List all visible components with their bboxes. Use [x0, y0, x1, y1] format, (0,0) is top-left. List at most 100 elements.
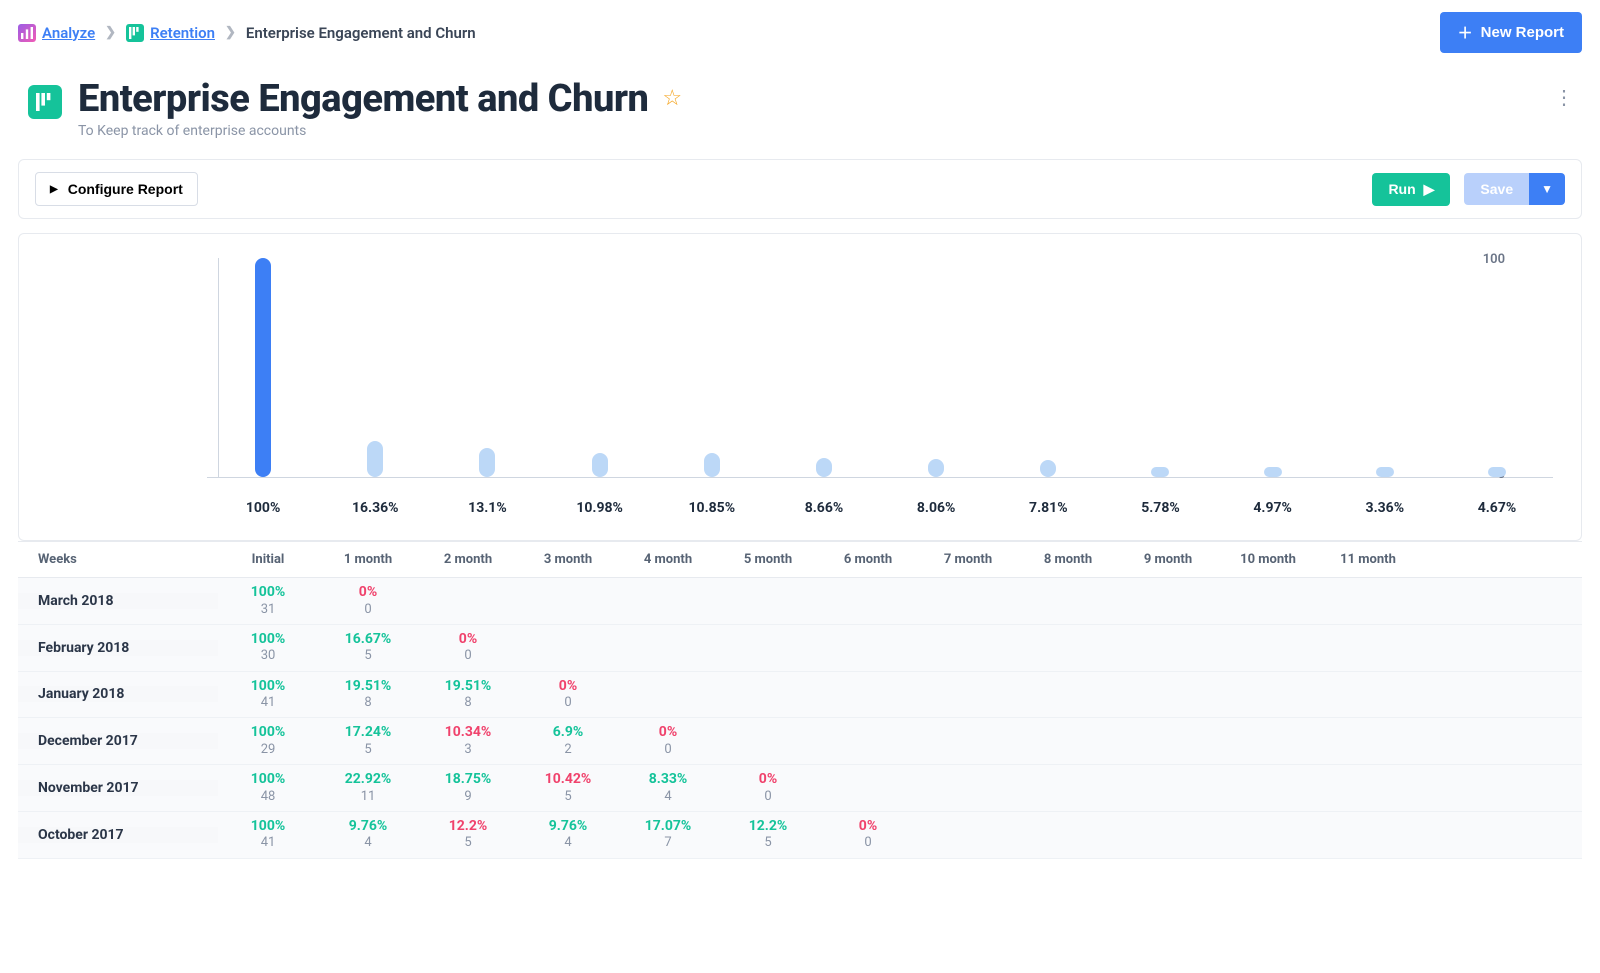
plus-icon: ＋: [1458, 22, 1473, 43]
chart-bar: [319, 258, 431, 477]
cohort-cell: 18.75%9: [418, 765, 518, 811]
cohort-cell: 100%30: [218, 625, 318, 671]
table-header-cell: 3 month: [518, 542, 618, 577]
retention-icon: [126, 24, 144, 42]
cohort-cell: 0%0: [318, 578, 418, 624]
chart-x-label: 16.36%: [319, 500, 431, 516]
play-icon: ▶: [1424, 181, 1435, 198]
save-button[interactable]: Save: [1464, 173, 1529, 205]
row-label: October 2017: [18, 827, 218, 843]
cohort-cell: 19.51%8: [418, 672, 518, 718]
cohort-cell: 9.76%4: [518, 812, 618, 858]
chart-bar: [992, 258, 1104, 477]
cohort-cell: 100%29: [218, 718, 318, 764]
breadcrumb-analyze[interactable]: Analyze: [42, 24, 95, 42]
chart-bar: [1441, 258, 1553, 477]
cohort-cell: 0%0: [818, 812, 918, 858]
table-header-cell: 4 month: [618, 542, 718, 577]
chart-bar: [656, 258, 768, 477]
cohort-cell: 17.07%7: [618, 812, 718, 858]
page-subtitle: To Keep track of enterprise accounts: [78, 123, 682, 139]
retention-chart: 100 0 100%16.36%13.1%10.98%10.85%8.66%8.…: [18, 233, 1582, 541]
table-header-cell: 11 month: [1318, 542, 1418, 577]
row-label: December 2017: [18, 733, 218, 749]
more-options-button[interactable]: ⋮: [1546, 77, 1582, 117]
run-button[interactable]: Run ▶: [1372, 173, 1450, 206]
report-type-icon: [28, 85, 62, 119]
chart-x-label: 7.81%: [992, 500, 1104, 516]
cohort-cell: 100%31: [218, 578, 318, 624]
cohort-cell: 22.92%11: [318, 765, 418, 811]
chart-x-label: 100%: [207, 500, 319, 516]
cohort-cell: 100%41: [218, 812, 318, 858]
table-header-cell: 7 month: [918, 542, 1018, 577]
table-header-cell: 5 month: [718, 542, 818, 577]
table-header-cell: 6 month: [818, 542, 918, 577]
table-row: February 2018100%3016.67%50%0: [18, 625, 1582, 672]
cohort-cell: 0%0: [618, 718, 718, 764]
chart-bar: [544, 258, 656, 477]
table-row: October 2017100%419.76%412.2%59.76%417.0…: [18, 812, 1582, 859]
table-row: December 2017100%2917.24%510.34%36.9%20%…: [18, 718, 1582, 765]
cohort-cell: 100%48: [218, 765, 318, 811]
chart-bar: [880, 258, 992, 477]
cohort-cell: 8.33%4: [618, 765, 718, 811]
cohort-cell: 100%41: [218, 672, 318, 718]
chart-x-label: 4.97%: [1217, 500, 1329, 516]
cohort-cell: 0%0: [418, 625, 518, 671]
chart-bar: [207, 258, 319, 477]
chart-bar: [1104, 258, 1216, 477]
table-header-rowlabel: Weeks: [18, 542, 218, 577]
favorite-star-icon[interactable]: ☆: [662, 86, 682, 111]
chart-x-label: 10.98%: [544, 500, 656, 516]
row-label: November 2017: [18, 780, 218, 796]
row-label: February 2018: [18, 640, 218, 656]
chevron-right-icon: ❯: [225, 25, 236, 40]
cohort-cell: 16.67%5: [318, 625, 418, 671]
chart-x-label: 8.66%: [768, 500, 880, 516]
save-dropdown-button[interactable]: ▼: [1529, 173, 1565, 205]
breadcrumb-retention[interactable]: Retention: [150, 24, 215, 42]
breadcrumb-current: Enterprise Engagement and Churn: [246, 24, 476, 42]
cohort-cell: 10.42%5: [518, 765, 618, 811]
table-header-cell: Initial: [218, 542, 318, 577]
cohort-cell: 0%0: [718, 765, 818, 811]
analyze-icon: [18, 24, 36, 42]
chart-x-label: 3.36%: [1329, 500, 1441, 516]
table-header-cell: 10 month: [1218, 542, 1318, 577]
cohort-cell: 17.24%5: [318, 718, 418, 764]
table-row: January 2018100%4119.51%819.51%80%0: [18, 672, 1582, 719]
configure-report-button[interactable]: ▶ Configure Report: [35, 172, 198, 206]
table-header-cell: 1 month: [318, 542, 418, 577]
chart-x-label: 5.78%: [1104, 500, 1216, 516]
chart-bar: [1217, 258, 1329, 477]
table-header-cell: 2 month: [418, 542, 518, 577]
chart-bar: [1329, 258, 1441, 477]
cohort-cell: 0%0: [518, 672, 618, 718]
chart-x-label: 4.67%: [1441, 500, 1553, 516]
caret-right-icon: ▶: [50, 184, 58, 195]
table-row: November 2017100%4822.92%1118.75%910.42%…: [18, 765, 1582, 812]
cohort-table: WeeksInitial1 month2 month3 month4 month…: [18, 541, 1582, 859]
chart-bar: [768, 258, 880, 477]
chart-bar: [431, 258, 543, 477]
breadcrumb: Analyze ❯ Retention ❯ Enterprise Engagem…: [18, 24, 476, 42]
new-report-button[interactable]: ＋ New Report: [1440, 12, 1582, 53]
row-label: March 2018: [18, 593, 218, 609]
chart-x-label: 10.85%: [656, 500, 768, 516]
chevron-right-icon: ❯: [105, 25, 116, 40]
cohort-cell: 9.76%4: [318, 812, 418, 858]
page-title: Enterprise Engagement and Churn: [78, 77, 648, 121]
table-header-cell: 9 month: [1118, 542, 1218, 577]
table-row: March 2018100%310%0: [18, 578, 1582, 625]
row-label: January 2018: [18, 686, 218, 702]
cohort-cell: 12.2%5: [418, 812, 518, 858]
cohort-cell: 6.9%2: [518, 718, 618, 764]
chart-x-label: 8.06%: [880, 500, 992, 516]
caret-down-icon: ▼: [1541, 182, 1553, 196]
table-header-cell: 8 month: [1018, 542, 1118, 577]
chart-x-label: 13.1%: [431, 500, 543, 516]
cohort-cell: 12.2%5: [718, 812, 818, 858]
cohort-cell: 10.34%3: [418, 718, 518, 764]
cohort-cell: 19.51%8: [318, 672, 418, 718]
